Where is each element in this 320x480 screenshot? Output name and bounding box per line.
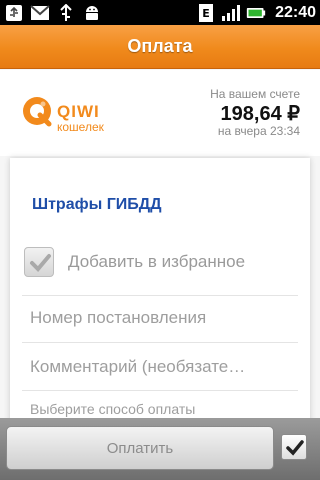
comment-input[interactable]: Комментарий (необязате… <box>30 357 245 377</box>
divider <box>22 342 298 343</box>
status-bar: E 22:40 <box>0 0 320 25</box>
balance-date: на вчера 23:34 <box>217 124 300 138</box>
qiwi-logo-icon <box>23 97 52 127</box>
clock: 22:40 <box>275 3 316 21</box>
android-icon <box>82 3 102 22</box>
pay-button[interactable]: Оплатить <box>6 426 274 470</box>
pay-button-label: Оплатить <box>106 440 174 457</box>
checkmark-icon <box>30 254 51 272</box>
confirm-checkbox[interactable] <box>281 434 307 460</box>
signal-icon <box>221 3 241 22</box>
qiwi-logo: QIWI кошелек <box>20 92 140 142</box>
logo-sub-text: кошелек <box>57 120 104 134</box>
system-icons: E 22:40 <box>196 3 316 22</box>
battery-icon <box>246 3 266 22</box>
favorite-label: Добавить в избранное <box>68 252 246 271</box>
logo-main-text: QIWI <box>57 102 100 121</box>
usb-debug-icon <box>56 3 76 22</box>
checkmark-icon <box>286 440 304 456</box>
balance-caption: На вашем счете <box>210 87 300 101</box>
favorite-checkbox[interactable] <box>24 247 54 277</box>
payment-method-label: Выберите способ оплаты <box>30 401 196 417</box>
divider <box>22 390 298 391</box>
svg-text:E: E <box>202 7 210 20</box>
usb-icon <box>4 3 24 22</box>
notification-icons <box>4 3 102 22</box>
payment-form: Штрафы ГИБДД Добавить в избранное Номер … <box>10 158 310 428</box>
decree-number-input[interactable]: Номер постановления <box>30 308 206 328</box>
bottom-bar: Оплатить <box>0 418 320 480</box>
title-bar: Оплата <box>0 25 320 69</box>
wallet-header: QIWI кошелек На вашем счете 198,64 ₽ на … <box>0 70 320 156</box>
data-network-icon: E <box>196 3 216 22</box>
favorite-row[interactable]: Добавить в избранное <box>22 238 298 296</box>
balance-amount: 198,64 ₽ <box>220 103 300 125</box>
provider-title: Штрафы ГИБДД <box>32 196 162 213</box>
gmail-icon <box>30 3 50 22</box>
page-title: Оплата <box>127 36 193 56</box>
